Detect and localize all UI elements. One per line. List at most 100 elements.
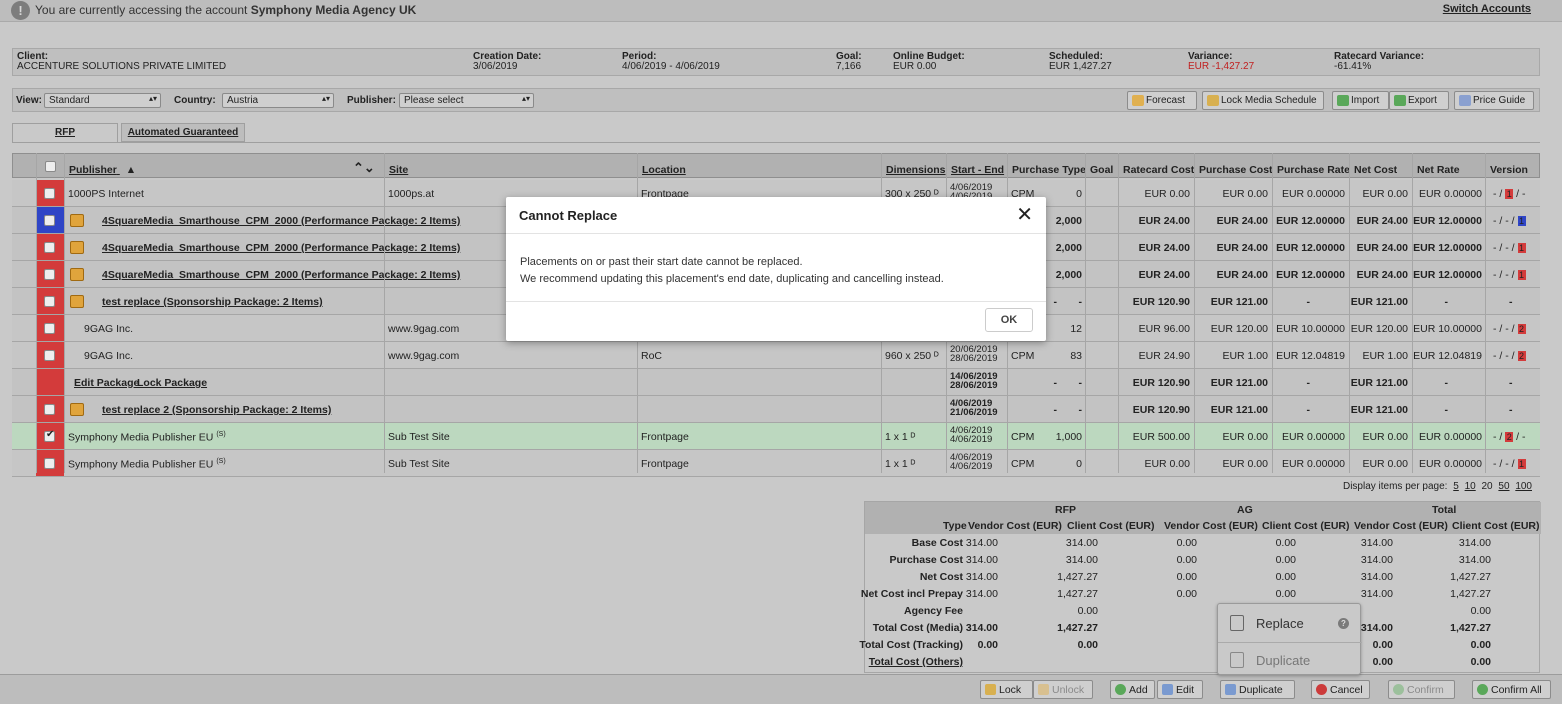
items-per-page: Display items per page: 5 10 20 50 100 [1343,481,1532,492]
totals-cell: 0.00 [1176,588,1197,600]
price-guide-label: Price Guide [1473,95,1526,106]
export-button[interactable]: Export [1389,91,1449,110]
version-value: - [1509,404,1513,416]
publisher-select[interactable]: Please select ▴▾ [399,93,534,108]
unlock-button[interactable]: Unlock [1033,680,1093,699]
start-end-dates: 4/06/2019 21/06/2019 [950,399,998,418]
edit-button[interactable]: Edit [1157,680,1203,699]
totals-row-label: Total Cost (Media) [872,622,963,634]
total-client-cost-header: Client Cost (EUR) [1452,520,1540,532]
switch-accounts-link[interactable]: Switch Accounts [1443,3,1531,15]
purchase-cost: EUR 121.00 [1210,296,1268,308]
price-guide-button[interactable]: Price Guide [1454,91,1534,110]
help-icon[interactable]: ? [1338,618,1349,629]
per-page-10[interactable]: 10 [1465,481,1476,492]
package-name-link[interactable]: 4SquareMedia_Smarthouse_CPM_2000 (Perfor… [102,269,460,281]
version-prefix: - / [1493,431,1506,443]
totals-cell: 0.00 [1372,639,1393,651]
import-button[interactable]: Import [1332,91,1389,110]
row-checkbox[interactable] [44,404,55,415]
table-row[interactable]: Edit Package Lock Package 14/06/2019 28/06/… [12,369,1540,396]
purchase-rate: EUR 10.00000 [1276,323,1345,335]
goal-value: 7,166 [836,61,862,72]
purchase-cost: EUR 0.00 [1222,188,1268,200]
totals-cell: 314.00 [1458,537,1491,549]
totals-row-label[interactable]: Total Cost (Others) [869,656,963,668]
package-name-link[interactable]: test replace 2 (Sponsorship Package: 2 I… [102,404,331,416]
lock-package-link[interactable]: Lock Package [137,377,207,389]
publisher-sub-marker: (S) [216,458,226,465]
net-rate: - [1444,296,1449,308]
header-site[interactable]: Site [389,164,408,176]
lock-media-schedule-button[interactable]: Lock Media Schedule [1202,91,1324,110]
expand-collapse-icon[interactable]: ⌃⌄ [353,160,375,176]
row-checkbox[interactable] [44,350,55,361]
view-select[interactable]: Standard ▴▾ [44,93,161,108]
column-divider [1118,153,1119,473]
header-location[interactable]: Location [642,164,686,176]
price-guide-icon [1459,95,1471,106]
forecast-button[interactable]: Forecast [1127,91,1197,110]
row-checkbox[interactable] [44,269,55,280]
site-name: Sub Test Site [388,431,450,443]
per-page-50[interactable]: 50 [1498,481,1509,492]
table-row[interactable]: Symphony Media Publisher EU(S) Sub Test S… [12,423,1540,450]
purchase-type: - [1053,404,1058,416]
confirm-all-button[interactable]: Confirm All [1472,680,1551,699]
add-label: Add [1129,684,1148,696]
add-button[interactable]: Add [1110,680,1155,699]
per-page-100[interactable]: 100 [1515,481,1532,492]
close-icon[interactable]: ✕ [1016,205,1033,225]
tab-automated-guaranteed[interactable]: Automated Guaranteed [121,123,245,142]
tab-rfp[interactable]: RFP [12,123,118,142]
totals-cell: 314.00 [965,537,998,549]
menu-item-replace[interactable]: Replace ? [1218,606,1362,638]
start-end-dates: 4/06/20194/06/2019 [950,426,992,445]
duplicate-button[interactable]: Duplicate [1220,680,1295,699]
table-row[interactable]: Symphony Media Publisher EU(S) Sub Test S… [12,450,1540,477]
end-date: 28/06/2019 [950,353,998,364]
per-page-5[interactable]: 5 [1453,481,1459,492]
table-row[interactable]: 9GAG Inc. www.9gag.com RoC 960 x 250 ᴰ 20/06… [12,342,1540,369]
row-checkbox[interactable] [44,323,55,334]
package-icon [70,241,84,254]
site-name: www.9gag.com [388,323,460,335]
row-checkbox[interactable] [44,458,55,469]
table-row[interactable]: test replace 2 (Sponsorship Package: 2 I… [12,396,1540,423]
dialog-message-line-1: Placements on or past their start date c… [520,256,803,268]
row-checkbox[interactable] [44,429,55,442]
row-checkbox[interactable] [44,215,55,226]
purchase-cost: EUR 121.00 [1210,404,1268,416]
lock-button[interactable]: Lock [980,680,1033,699]
cancel-icon [1316,684,1327,695]
cancel-button[interactable]: Cancel [1311,680,1370,699]
ok-button[interactable]: OK [985,308,1033,332]
totals-row-label: Purchase Cost [889,554,963,566]
header-publisher[interactable]: Publisher ▲ [69,164,136,176]
goal-value: - [1078,377,1083,389]
rfp-client-cost-header: Client Cost (EUR) [1067,520,1155,532]
rfp-vendor-cost-header: Vendor Cost (EUR) [968,520,1062,532]
site-name: 1000ps.at [388,188,435,200]
row-checkbox[interactable] [44,188,55,199]
row-checkbox[interactable] [44,296,55,307]
package-name-link[interactable]: test replace (Sponsorship Package: 2 Ite… [102,296,323,308]
row-checkbox[interactable] [44,242,55,253]
package-name-link[interactable]: 4SquareMedia_Smarthouse_CPM_2000 (Perfor… [102,215,460,227]
unlock-icon [1038,684,1049,695]
country-select[interactable]: Austria ▴▾ [222,93,334,108]
confirm-button[interactable]: Confirm [1388,680,1455,699]
menu-item-duplicate[interactable]: Duplicate [1218,643,1362,675]
select-all-checkbox[interactable] [45,161,56,172]
column-divider [1194,153,1195,473]
header-start-end[interactable]: Start - End [951,164,1004,176]
purchase-rate: EUR 12.00000 [1276,269,1345,281]
publisher-header-label: Publisher [69,164,117,176]
confirm-check-icon [1393,684,1404,695]
package-name-link[interactable]: 4SquareMedia_Smarthouse_CPM_2000 (Perfor… [102,242,460,254]
edit-package-link[interactable]: Edit Package [74,377,139,389]
header-dimensions[interactable]: Dimensions [886,164,946,176]
ag-client-cost-header: Client Cost (EUR) [1262,520,1350,532]
dialog-divider [506,233,1046,234]
bottom-action-bar: Lock Unlock Add Edit Duplicate Cancel Co… [0,674,1562,704]
